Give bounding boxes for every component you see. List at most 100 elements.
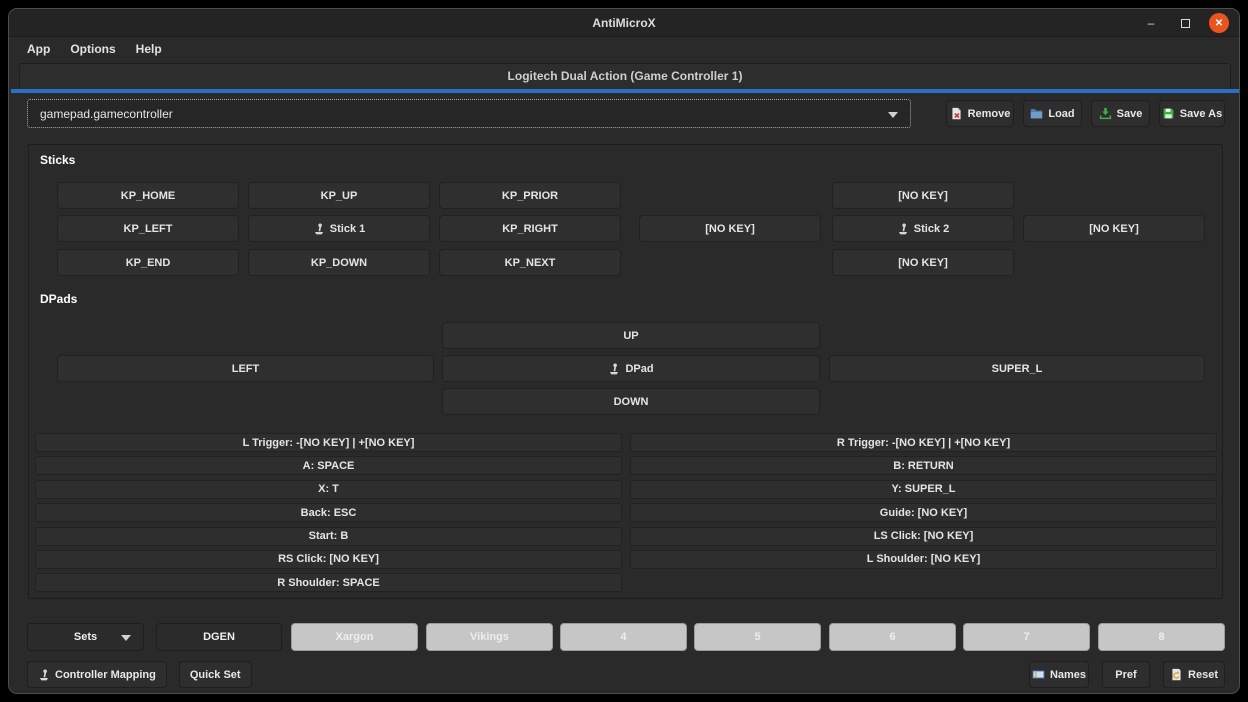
assignments-left-column: L Trigger: -[NO KEY] | +[NO KEY] A: SPAC…	[35, 433, 622, 592]
rename-field-icon	[1032, 669, 1045, 680]
profile-combobox-value: gamepad.gamecontroller	[40, 107, 173, 121]
set-tab-1[interactable]: DGEN	[156, 623, 282, 651]
stick1-left-button[interactable]: KP_LEFT	[57, 215, 239, 242]
controller-mapping-button[interactable]: Controller Mapping	[27, 661, 167, 688]
a-button[interactable]: A: SPACE	[35, 456, 622, 475]
window-controls: – ✕	[1141, 9, 1229, 37]
profile-combobox[interactable]: gamepad.gamecontroller	[27, 99, 911, 128]
names-button[interactable]: Names	[1029, 661, 1089, 688]
stick1-up-button[interactable]: KP_UP	[248, 182, 430, 209]
stick2-down-button[interactable]: [NO KEY]	[832, 249, 1014, 276]
tab-controller[interactable]: Logitech Dual Action (Game Controller 1)	[19, 63, 1231, 89]
dpad-center-label: DPad	[625, 363, 653, 375]
r-shoulder-button[interactable]: R Shoulder: SPACE	[35, 573, 622, 592]
bottom-toolbar-right: Names Pref Reset	[1029, 661, 1225, 688]
set-tab-3[interactable]: Vikings	[426, 623, 553, 651]
load-label: Load	[1048, 108, 1074, 120]
sticks-heading: Sticks	[40, 153, 75, 167]
reset-refresh-icon	[1170, 668, 1183, 681]
close-button[interactable]: ✕	[1209, 13, 1229, 33]
profile-config-row: gamepad.gamecontroller Remove Load Save	[27, 99, 1225, 128]
b-button[interactable]: B: RETURN	[630, 456, 1217, 475]
l-trigger-button[interactable]: L Trigger: -[NO KEY] | +[NO KEY]	[35, 433, 622, 452]
remove-button[interactable]: Remove	[946, 100, 1014, 127]
stick1-up-left-button[interactable]: KP_HOME	[57, 182, 239, 209]
bottom-toolbar: Controller Mapping Quick Set Names Pref …	[9, 661, 1240, 688]
set-tab-6[interactable]: 6	[829, 623, 956, 651]
stick1-down-left-button[interactable]: KP_END	[57, 249, 239, 276]
save-as-icon	[1162, 107, 1175, 120]
controller-mapping-label: Controller Mapping	[55, 669, 156, 681]
chevron-down-icon	[888, 112, 898, 118]
back-button[interactable]: Back: ESC	[35, 503, 622, 522]
start-button[interactable]: Start: B	[35, 527, 622, 546]
stick2-center-label: Stick 2	[914, 223, 949, 235]
menu-help[interactable]: Help	[126, 39, 172, 59]
stick1-center-label: Stick 1	[330, 223, 365, 235]
set-tab-2[interactable]: Xargon	[291, 623, 418, 651]
remove-icon	[950, 107, 963, 120]
remove-label: Remove	[968, 108, 1011, 120]
stick1-down-button[interactable]: KP_DOWN	[248, 249, 430, 276]
bottom-toolbar-left: Controller Mapping Quick Set	[27, 661, 252, 688]
menu-bar: App Options Help	[9, 38, 1239, 60]
stick2-left-button[interactable]: [NO KEY]	[639, 215, 821, 242]
stick1-right-button[interactable]: KP_RIGHT	[439, 215, 621, 242]
joystick-icon	[38, 669, 50, 681]
joystick-icon	[897, 223, 909, 235]
save-label: Save	[1117, 108, 1143, 120]
menu-options[interactable]: Options	[60, 39, 125, 59]
save-button[interactable]: Save	[1091, 100, 1150, 127]
dpad-right-button[interactable]: SUPER_L	[829, 355, 1205, 382]
close-icon: ✕	[1215, 18, 1223, 29]
x-button[interactable]: X: T	[35, 480, 622, 499]
stick2-right-button[interactable]: [NO KEY]	[1023, 215, 1205, 242]
rs-click-button[interactable]: RS Click: [NO KEY]	[35, 550, 622, 569]
titlebar: AntiMicroX – ✕	[9, 9, 1239, 37]
spacer	[911, 99, 946, 128]
names-label: Names	[1050, 669, 1086, 681]
assignments-right-column: R Trigger: -[NO KEY] | +[NO KEY] B: RETU…	[630, 433, 1217, 569]
menu-app[interactable]: App	[17, 39, 60, 59]
set-tab-5[interactable]: 5	[694, 623, 821, 651]
set-tab-7[interactable]: 7	[963, 623, 1090, 651]
load-button[interactable]: Load	[1023, 100, 1082, 127]
app-window: AntiMicroX – ✕ App Options Help Logitech…	[8, 8, 1240, 694]
dpad-up-button[interactable]: UP	[442, 322, 820, 349]
quick-set-button[interactable]: Quick Set	[179, 661, 252, 688]
reset-label: Reset	[1188, 669, 1218, 681]
sets-dropdown-label: Sets	[74, 631, 97, 643]
stick1-center-button[interactable]: Stick 1	[248, 215, 430, 242]
pref-button[interactable]: Pref	[1102, 661, 1150, 688]
pref-label: Pref	[1115, 669, 1136, 681]
guide-button[interactable]: Guide: [NO KEY]	[630, 503, 1217, 522]
tab-indicator	[11, 89, 1239, 93]
dpad-down-button[interactable]: DOWN	[442, 388, 820, 415]
stick1-down-right-button[interactable]: KP_NEXT	[439, 249, 621, 276]
stick2-center-button[interactable]: Stick 2	[832, 215, 1014, 242]
reset-button[interactable]: Reset	[1163, 661, 1225, 688]
save-as-label: Save As	[1180, 108, 1222, 120]
save-icon	[1099, 107, 1112, 120]
chevron-down-icon	[121, 635, 131, 641]
maximize-button[interactable]	[1175, 13, 1195, 33]
minimize-button[interactable]: –	[1141, 13, 1161, 33]
sets-dropdown-button[interactable]: Sets	[27, 623, 144, 651]
minimize-icon: –	[1148, 16, 1155, 30]
stick2-up-button[interactable]: [NO KEY]	[832, 182, 1014, 209]
quick-set-label: Quick Set	[190, 669, 241, 681]
dpad-left-button[interactable]: LEFT	[57, 355, 434, 382]
set-tab-8[interactable]: 8	[1098, 623, 1225, 651]
set-tab-4[interactable]: 4	[560, 623, 687, 651]
dpads-heading: DPads	[40, 292, 77, 306]
joystick-icon	[313, 223, 325, 235]
y-button[interactable]: Y: SUPER_L	[630, 480, 1217, 499]
stick1-up-right-button[interactable]: KP_PRIOR	[439, 182, 621, 209]
controller-mapping-panel: Sticks KP_HOME KP_UP KP_PRIOR KP_LEFT St…	[28, 144, 1223, 599]
dpad-center-button[interactable]: DPad	[442, 355, 820, 382]
joystick-icon	[608, 363, 620, 375]
l-shoulder-button[interactable]: L Shoulder: [NO KEY]	[630, 550, 1217, 569]
save-as-button[interactable]: Save As	[1159, 100, 1225, 127]
ls-click-button[interactable]: LS Click: [NO KEY]	[630, 527, 1217, 546]
r-trigger-button[interactable]: R Trigger: -[NO KEY] | +[NO KEY]	[630, 433, 1217, 452]
